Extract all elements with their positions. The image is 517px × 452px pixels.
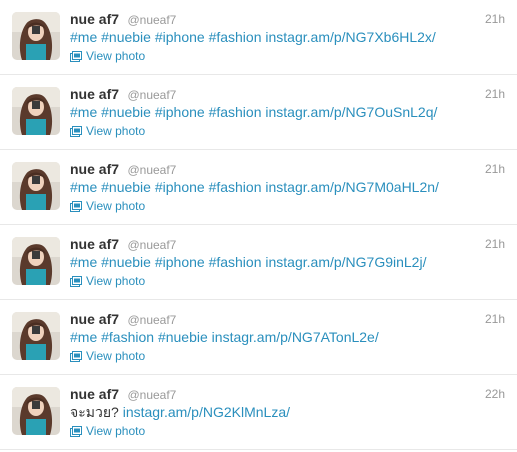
hashtag-link[interactable]: #iphone	[155, 29, 205, 45]
tweet-username[interactable]: @nueaf7	[127, 88, 176, 102]
tweet-username[interactable]: @nueaf7	[127, 238, 176, 252]
tweet-fullname[interactable]: nue af7	[70, 86, 119, 102]
avatar-image	[12, 87, 60, 135]
tweet-timeline: nue af7 @nueaf7 21h #me #nuebie #iphone …	[0, 0, 517, 452]
avatar-image	[12, 12, 60, 60]
hashtag-link[interactable]: #nuebie	[158, 329, 208, 345]
url-link[interactable]: instagr.am/p/NG7M0aHL2n/	[265, 179, 439, 195]
view-photo-link[interactable]: View photo	[70, 273, 145, 289]
view-photo-label: View photo	[86, 199, 146, 213]
tweet-item[interactable]: nue af7 @nueaf7 21h #me #nuebie #iphone …	[0, 225, 517, 300]
photo-icon	[70, 51, 82, 62]
view-photo-label: View photo	[86, 424, 146, 438]
view-photo-link[interactable]: View photo	[70, 198, 145, 214]
url-link[interactable]: instagr.am/p/NG2KlMnLza/	[123, 404, 290, 420]
tweet-timestamp[interactable]: 21h	[485, 235, 505, 253]
url-link[interactable]: instagr.am/p/NG7OuSnL2q/	[265, 104, 437, 120]
photo-icon	[70, 126, 82, 137]
tweet-timestamp[interactable]: 21h	[485, 160, 505, 178]
tweet-header: nue af7 @nueaf7 21h	[70, 235, 505, 253]
tweet-header: nue af7 @nueaf7 21h	[70, 310, 505, 328]
hashtag-link[interactable]: #me	[70, 104, 97, 120]
tweet-text: #me #nuebie #iphone #fashion instagr.am/…	[70, 178, 505, 196]
hashtag-link[interactable]: #me	[70, 29, 97, 45]
hashtag-link[interactable]: #iphone	[155, 179, 205, 195]
tweet-username[interactable]: @nueaf7	[127, 313, 176, 327]
tweet-item[interactable]: nue af7 @nueaf7 21h #me #nuebie #iphone …	[0, 75, 517, 150]
hashtag-link[interactable]: #fashion	[209, 104, 262, 120]
hashtag-link[interactable]: #nuebie	[101, 104, 151, 120]
tweet-text: #me #nuebie #iphone #fashion instagr.am/…	[70, 28, 505, 46]
tweet-item[interactable]: nue af7 @nueaf7 21h #me #fashion #nuebie…	[0, 300, 517, 375]
tweet-header: nue af7 @nueaf7 21h	[70, 160, 505, 178]
view-photo-link[interactable]: View photo	[70, 48, 145, 64]
tweet-timestamp[interactable]: 21h	[485, 85, 505, 103]
tweet-fullname[interactable]: nue af7	[70, 311, 119, 327]
tweet-timestamp[interactable]: 21h	[485, 310, 505, 328]
view-photo-link[interactable]: View photo	[70, 423, 145, 439]
avatar[interactable]	[12, 237, 60, 285]
view-photo-label: View photo	[86, 349, 146, 363]
hashtag-link[interactable]: #me	[70, 329, 97, 345]
tweet-item[interactable]: nue af7 @nueaf7 21h #me #nuebie #iphone …	[0, 0, 517, 75]
tweet-item[interactable]: nue af7 @nueaf7 22h จะมวย? instagr.am/p/…	[0, 375, 517, 450]
hashtag-link[interactable]: #iphone	[155, 254, 205, 270]
tweet-fullname[interactable]: nue af7	[70, 236, 119, 252]
tweet-text: จะมวย? instagr.am/p/NG2KlMnLza/	[70, 403, 505, 421]
photo-icon	[70, 276, 82, 287]
photo-icon	[70, 201, 82, 212]
tweet-text: #me #nuebie #iphone #fashion instagr.am/…	[70, 253, 505, 271]
view-photo-label: View photo	[86, 124, 146, 138]
tweet-username[interactable]: @nueaf7	[127, 163, 176, 177]
avatar[interactable]	[12, 387, 60, 435]
avatar-image	[12, 162, 60, 210]
url-link[interactable]: instagr.am/p/NG7Xb6HL2x/	[265, 29, 435, 45]
url-link[interactable]: instagr.am/p/NG7ATonL2e/	[212, 329, 379, 345]
avatar-image	[12, 387, 60, 435]
avatar[interactable]	[12, 12, 60, 60]
hashtag-link[interactable]: #fashion	[209, 29, 262, 45]
tweet-text: #me #nuebie #iphone #fashion instagr.am/…	[70, 103, 505, 121]
tweet-username[interactable]: @nueaf7	[127, 388, 176, 402]
hashtag-link[interactable]: #fashion	[209, 179, 262, 195]
hashtag-link[interactable]: #nuebie	[101, 29, 151, 45]
view-photo-label: View photo	[86, 49, 146, 63]
hashtag-link[interactable]: #fashion	[101, 329, 154, 345]
tweet-header: nue af7 @nueaf7 22h	[70, 385, 505, 403]
hashtag-link[interactable]: #fashion	[209, 254, 262, 270]
tweet-timestamp[interactable]: 22h	[485, 385, 505, 403]
avatar[interactable]	[12, 162, 60, 210]
url-link[interactable]: instagr.am/p/NG7G9inL2j/	[265, 254, 426, 270]
photo-icon	[70, 426, 82, 437]
tweet-header: nue af7 @nueaf7 21h	[70, 85, 505, 103]
avatar[interactable]	[12, 87, 60, 135]
avatar-image	[12, 237, 60, 285]
hashtag-link[interactable]: #me	[70, 254, 97, 270]
tweet-fullname[interactable]: nue af7	[70, 11, 119, 27]
photo-icon	[70, 351, 82, 362]
tweet-item[interactable]: nue af7 @nueaf7 21h #me #nuebie #iphone …	[0, 150, 517, 225]
hashtag-link[interactable]: #iphone	[155, 104, 205, 120]
tweet-header: nue af7 @nueaf7 21h	[70, 10, 505, 28]
hashtag-link[interactable]: #nuebie	[101, 179, 151, 195]
tweet-fullname[interactable]: nue af7	[70, 386, 119, 402]
tweet-timestamp[interactable]: 21h	[485, 10, 505, 28]
tweet-fullname[interactable]: nue af7	[70, 161, 119, 177]
view-photo-label: View photo	[86, 274, 146, 288]
hashtag-link[interactable]: #nuebie	[101, 254, 151, 270]
tweet-text: #me #fashion #nuebie instagr.am/p/NG7ATo…	[70, 328, 505, 346]
tweet-username[interactable]: @nueaf7	[127, 13, 176, 27]
avatar[interactable]	[12, 312, 60, 360]
tweet-plain-text: จะมวย?	[70, 404, 119, 420]
view-photo-link[interactable]: View photo	[70, 123, 145, 139]
avatar-image	[12, 312, 60, 360]
view-photo-link[interactable]: View photo	[70, 348, 145, 364]
hashtag-link[interactable]: #me	[70, 179, 97, 195]
